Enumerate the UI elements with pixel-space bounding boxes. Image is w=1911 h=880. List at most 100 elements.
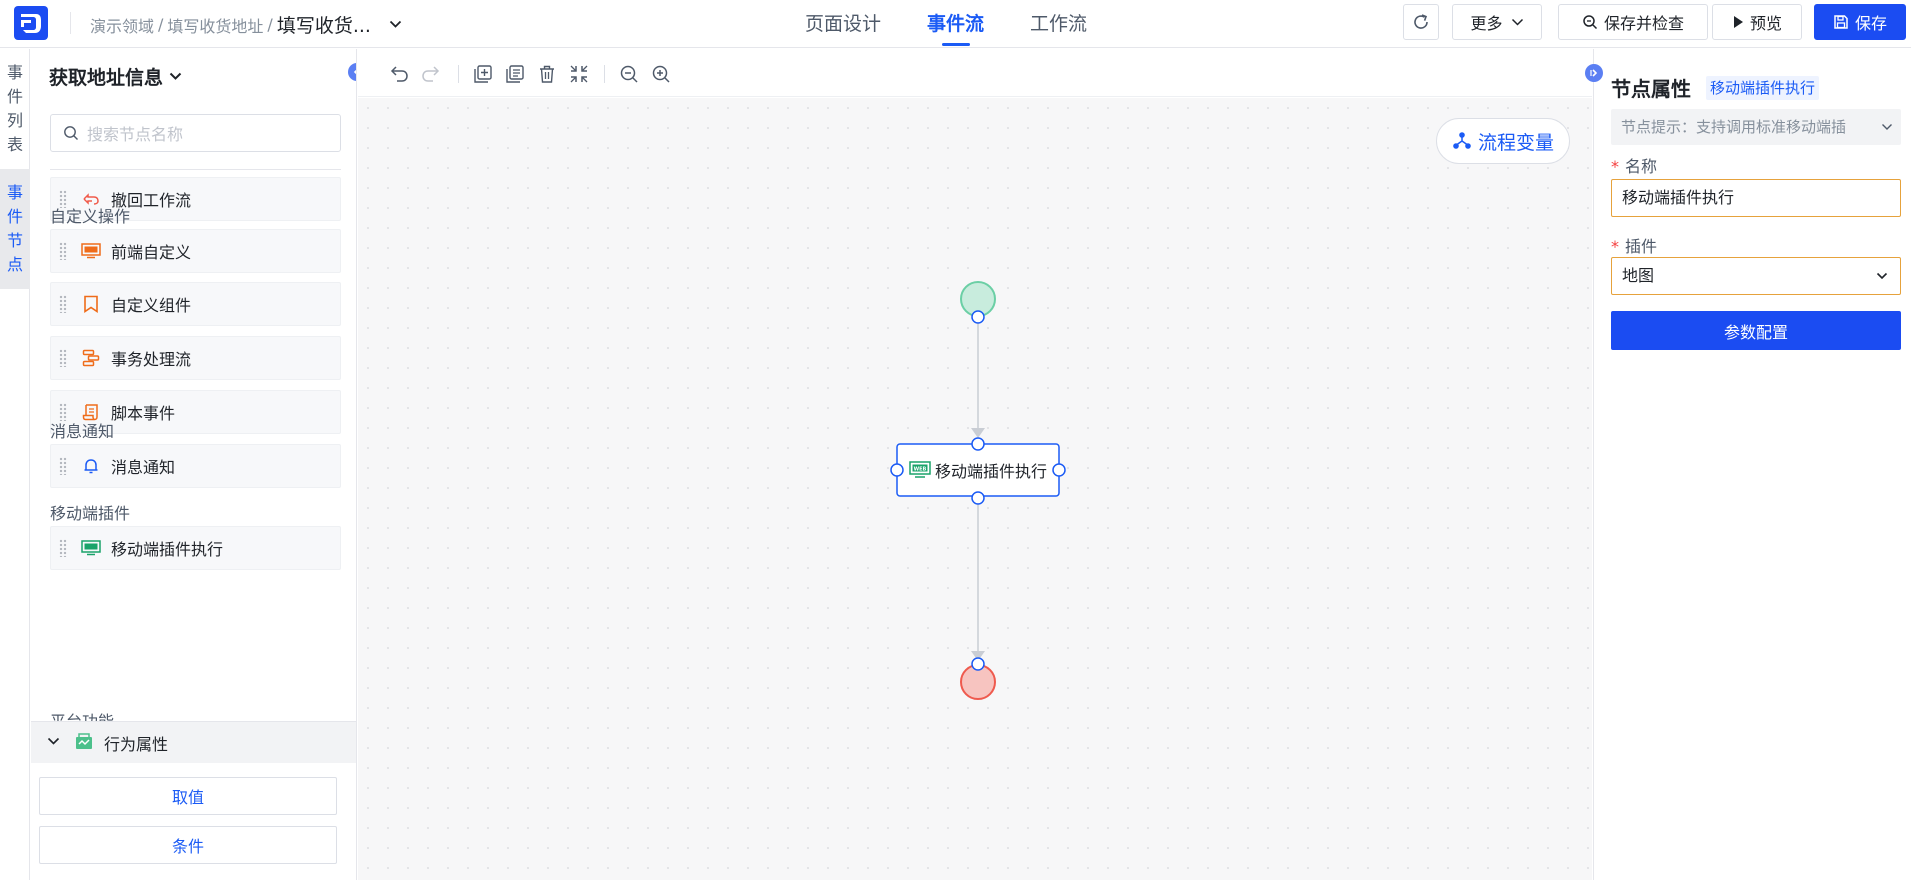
search-placeholder: 搜索节点名称 [87,125,184,144]
zoom-out-icon[interactable] [618,63,640,85]
breadcrumb-current: 填写收货... [276,15,371,37]
port-handle[interactable] [971,491,985,505]
node-properties-panel: 节点属性 移动端插件执行 节点提示：支持调用标准移动端插 * 名称 移动端插件执行… [1585,49,1911,880]
node-search-input[interactable]: 搜索节点名称 [50,114,341,152]
node-hint-text: 节点提示：支持调用标准移动端插 [1621,118,1847,136]
delete-icon[interactable] [536,63,558,85]
node-item-label: 前端自定义 [111,243,192,262]
port-handle[interactable] [971,310,985,324]
chevron-down-icon [1876,258,1888,294]
node-item-label: 消息通知 [111,458,176,477]
node-item-label: 脚本事件 [111,404,176,423]
flow-canvas[interactable]: 流程变量 WEB 移动端插件执行 [358,98,1592,880]
top-bar: 演示领域 / 填写收货地址 / 填写收货... 页面设计 事件流 工作流 更多 … [0,0,1911,48]
chevron-down-icon [169,69,182,85]
toolbar-separator [604,65,605,83]
required-mark: * [1611,237,1619,256]
node-item-custom-component[interactable]: 自定义组件 [50,282,341,326]
fit-view-icon[interactable] [568,63,590,85]
breadcrumb: 演示领域 / 填写收货地址 / 填写收货... [90,11,402,38]
event-title: 获取地址信息 [49,67,164,89]
node-item-label: 自定义组件 [111,296,192,315]
web-icon [81,538,101,558]
chevron-down-icon [47,735,60,750]
group-label-notifications: 消息通知 [50,422,115,441]
plugin-select[interactable]: 地图 [1611,257,1901,295]
port-handle[interactable] [971,657,985,671]
save-button[interactable]: 保存 [1814,4,1906,40]
node-item-message-notification[interactable]: 消息通知 [50,444,341,488]
node-item-label: 事务处理流 [111,350,192,369]
collapse-left-panel-icon[interactable] [348,63,356,81]
flow-graph [890,281,1066,700]
drag-handle-icon[interactable] [59,539,67,557]
undo-icon[interactable] [388,63,410,85]
name-field-label: * 名称 [1611,153,1657,177]
preview-button[interactable]: 预览 [1712,4,1802,40]
drag-handle-icon[interactable] [59,349,67,367]
get-value-button[interactable]: 取值 [39,777,337,815]
behavior-title: 行为属性 [104,734,169,754]
group-label-custom-ops: 自定义操作 [50,207,131,226]
behavior-properties-header[interactable]: 行为属性 [31,721,356,763]
breadcrumb-separator: / [158,15,164,34]
chevron-down-icon[interactable] [389,18,402,32]
group-label-mobile-plugins: 移动端插件 [50,504,131,523]
toolbar-separator [458,65,459,83]
name-label-text: 名称 [1625,157,1658,176]
divider [50,169,341,170]
save-and-check-label: 保存并检查 [1603,14,1684,33]
refresh-button[interactable] [1403,4,1439,40]
add-node-icon[interactable] [472,63,494,85]
side-tabs: 事件列表 事件节点 [0,49,30,880]
node-type-tag: 移动端插件执行 [1706,76,1820,100]
port-handle[interactable] [1052,463,1066,477]
node-library-panel: 获取地址信息 搜索节点名称 撤回工作流 自定义操作 前端自定义 自定义组件 事务… [31,49,357,880]
port-handle[interactable] [971,437,985,451]
node-item-label: 移动端插件执行 [111,540,224,559]
web-icon [81,241,101,261]
tab-event-nodes[interactable]: 事件节点 [0,169,30,289]
node-item-mobile-plugin-exec[interactable]: 移动端插件执行 [50,526,341,570]
tab-page-design[interactable]: 页面设计 [805,0,881,48]
more-label: 更多 [1470,14,1503,33]
zoom-in-icon[interactable] [650,63,672,85]
save-and-check-button[interactable]: 保存并检查 [1558,4,1708,40]
name-field[interactable]: 移动端插件执行 [1611,179,1901,217]
drag-handle-icon[interactable] [59,242,67,260]
event-selector[interactable]: 获取地址信息 [49,63,182,90]
bell-icon [81,456,101,476]
tab-event-list-label: 事件列表 [6,63,23,154]
collapse-right-panel-icon[interactable] [1585,64,1603,82]
refresh-icon [1414,14,1428,29]
breadcrumb-domain[interactable]: 演示领域 [90,13,154,37]
plugin-select-value: 地图 [1622,266,1655,285]
breadcrumb-page[interactable]: 填写收货地址 [167,13,263,37]
main-tabs: 页面设计 事件流 工作流 [805,0,1133,48]
plugin-label-text: 插件 [1625,237,1658,256]
chevron-down-icon [1881,109,1893,145]
required-mark: * [1611,157,1619,176]
drag-handle-icon[interactable] [59,457,67,475]
node-item-transaction-flow[interactable]: 事务处理流 [50,336,341,380]
parameter-config-button[interactable]: 参数配置 [1611,311,1901,350]
app-logo[interactable] [14,6,48,40]
port-handle[interactable] [890,463,904,477]
drag-handle-icon[interactable] [59,295,67,313]
behavior-icon [74,731,94,755]
redo-icon[interactable] [420,63,442,85]
tab-event-nodes-label: 事件节点 [6,183,23,274]
node-item-frontend-custom[interactable]: 前端自定义 [50,229,341,273]
canvas-toolbar [358,49,1592,97]
search-check-icon [1583,15,1598,30]
play-icon [1733,16,1743,28]
chevron-down-icon [1511,18,1523,26]
process-node[interactable] [896,443,1060,497]
condition-button[interactable]: 条件 [39,826,337,864]
copy-icon[interactable] [504,63,526,85]
tab-event-list[interactable]: 事件列表 [0,49,30,169]
more-button[interactable]: 更多 [1452,4,1542,40]
node-hint-collapse[interactable]: 节点提示：支持调用标准移动端插 [1611,109,1901,145]
tab-workflow[interactable]: 工作流 [1030,0,1087,48]
tab-event-flow[interactable]: 事件流 [927,0,984,48]
